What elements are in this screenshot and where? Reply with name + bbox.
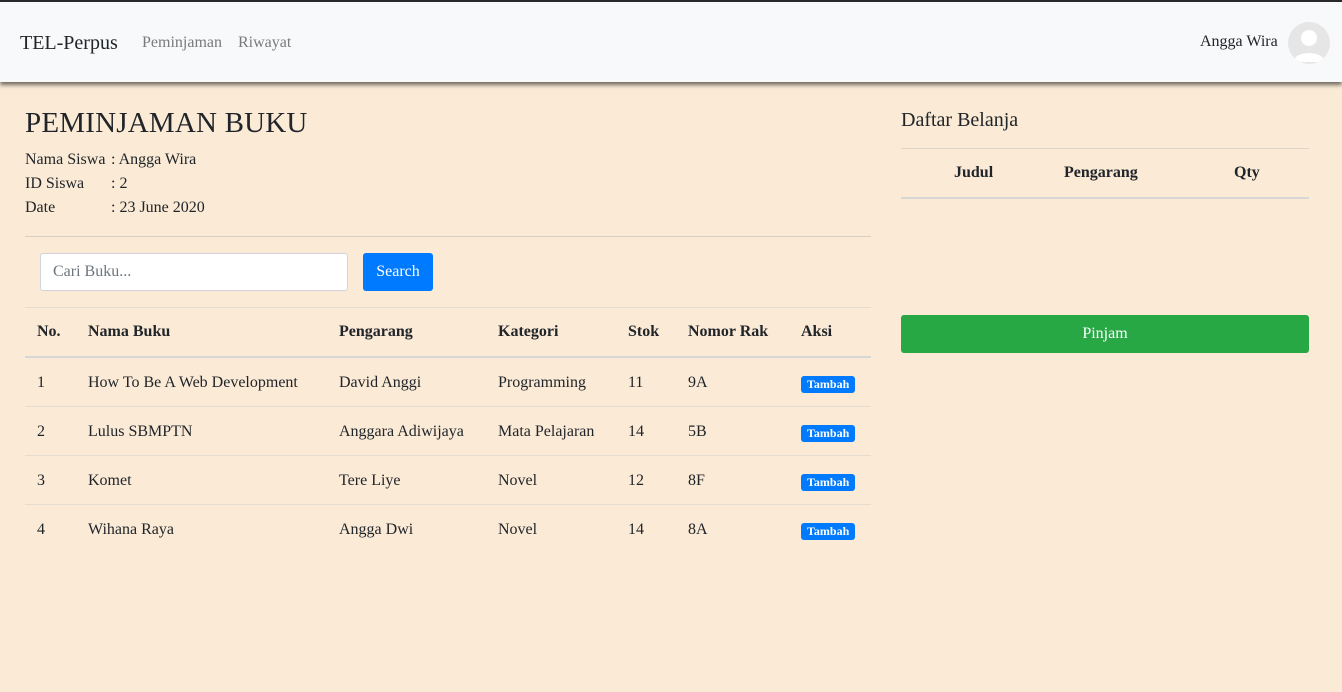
user-name[interactable]: Angga Wira [1200,33,1278,51]
navbar: TEL-Perpus Peminjaman Riwayat Angga Wira [0,2,1342,82]
cell-kategori: Programming [498,374,586,391]
brand-link[interactable]: TEL-Perpus [20,32,118,55]
cart-th-pengarang: Pengarang [1064,164,1138,181]
info-label: Date [25,199,56,216]
table-row: 3 Komet Tere Liye Novel 12 8F Tambah [25,456,871,505]
cart-table-header-border [901,197,1309,199]
cell-nama-buku: How To Be A Web Development [88,374,298,391]
th-kategori: Kategori [498,323,559,340]
table-top-border [25,307,871,308]
tambah-button[interactable]: Tambah [801,474,856,491]
cell-nama-buku: Lulus SBMPTN [88,423,193,440]
cell-pengarang: Anggara Adiwijaya [339,423,464,440]
cell-nomor-rak: 8F [688,472,705,489]
user-avatar-icon[interactable] [1288,22,1330,64]
cell-no: 4 [37,521,45,538]
divider [25,236,871,237]
cell-nama-buku: Komet [88,472,132,489]
cell-stok: 11 [628,374,644,391]
info-value: : 23 June 2020 [111,199,205,216]
tambah-button[interactable]: Tambah [801,523,856,540]
th-no: No. [37,323,61,340]
cell-stok: 12 [628,472,644,489]
page-title: PEMINJAMAN BUKU [25,107,308,139]
info-id-siswa: ID Siswa : 2 [25,175,127,193]
th-nomor-rak: Nomor Rak [688,323,769,340]
cell-nomor-rak: 8A [688,521,708,538]
avatar-silhouette-icon [1293,30,1325,62]
info-label: ID Siswa [25,175,85,192]
info-label: Nama Siswa [25,151,106,168]
th-stok: Stok [628,323,660,340]
info-value: : 2 [111,175,128,192]
cell-no: 1 [37,374,45,391]
th-nama-buku: Nama Buku [88,323,171,340]
nav-link-peminjaman[interactable]: Peminjaman [142,34,222,52]
cell-no: 2 [37,423,45,440]
search-button[interactable]: Search [363,253,433,291]
info-nama-siswa: Nama Siswa : Angga Wira [25,151,196,169]
tambah-button[interactable]: Tambah [801,376,856,393]
cell-stok: 14 [628,423,644,440]
cell-no: 3 [37,472,45,489]
cell-pengarang: David Anggi [339,374,422,391]
info-date: Date : 23 June 2020 [25,199,205,217]
th-aksi: Aksi [801,323,833,340]
cell-nomor-rak: 5B [688,423,707,440]
cell-kategori: Novel [498,521,538,538]
cell-nomor-rak: 9A [688,374,708,391]
cell-kategori: Mata Pelajaran [498,423,595,440]
tambah-button[interactable]: Tambah [801,425,856,442]
cart-th-qty: Qty [1234,164,1260,181]
cell-kategori: Novel [498,472,538,489]
pinjam-button[interactable]: Pinjam [901,315,1309,353]
cart-table-top-border [901,148,1309,149]
cell-nama-buku: Wihana Raya [88,521,174,538]
search-input[interactable] [40,253,348,291]
th-pengarang: Pengarang [339,323,413,340]
info-value: : Angga Wira [111,151,197,168]
cell-stok: 14 [628,521,644,538]
cart-th-judul: Judul [954,164,994,181]
nav-link-riwayat[interactable]: Riwayat [238,34,291,52]
table-row: 2 Lulus SBMPTN Anggara Adiwijaya Mata Pe… [25,407,871,456]
table-row: 1 How To Be A Web Development David Angg… [25,358,871,407]
cell-pengarang: Tere Liye [339,472,401,489]
cell-pengarang: Angga Dwi [339,521,414,538]
table-row: 4 Wihana Raya Angga Dwi Novel 14 8A Tamb… [25,505,871,554]
cart-title: Daftar Belanja [901,109,1019,131]
